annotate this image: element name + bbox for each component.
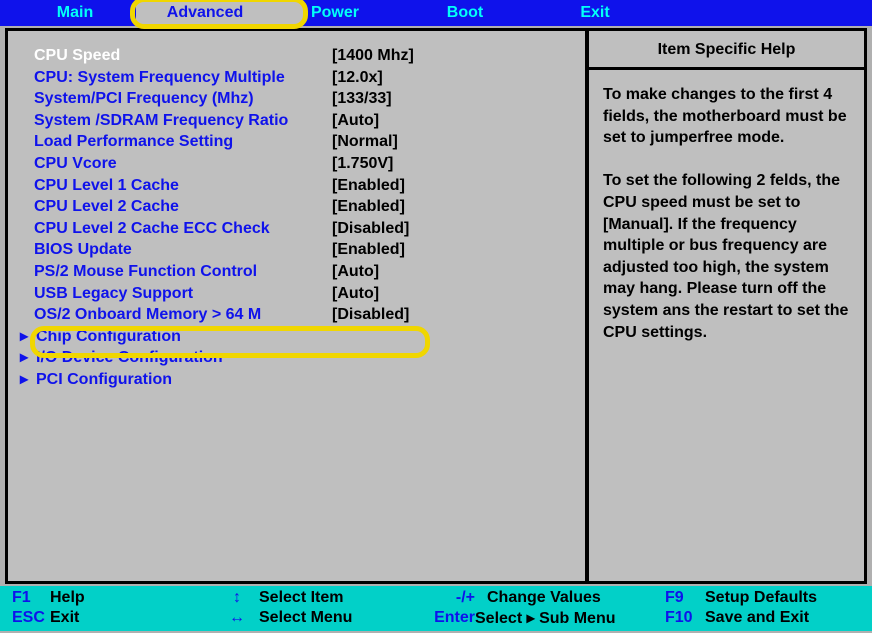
submenu-chip-config[interactable]: ▸ Chip Configuration (34, 326, 581, 348)
setting-os2-memory[interactable]: OS/2 Onboard Memory > 64 M [Disabled] (34, 304, 581, 326)
updown-arrows-icon: ↕ (215, 589, 259, 607)
footer-label-change-values: Change Values (475, 589, 665, 607)
setting-cpu-l2-cache[interactable]: CPU Level 2 Cache [Enabled] (34, 196, 581, 218)
setting-value: [1400 Mhz] (332, 45, 414, 67)
setting-usb-legacy[interactable]: USB Legacy Support [Auto] (34, 283, 581, 305)
settings-panel: CPU Speed [1400 Mhz] CPU: System Frequen… (5, 28, 587, 584)
footer-label-exit: Exit (50, 609, 215, 627)
setting-value: [Disabled] (332, 304, 409, 326)
footer-bar: F1 Help ↕ Select Item -/+ Change Values … (0, 586, 872, 631)
setting-bios-update[interactable]: BIOS Update [Enabled] (34, 239, 581, 261)
setting-value: [133/33] (332, 88, 392, 110)
setting-label: Load Performance Setting (34, 131, 332, 153)
footer-label-help: Help (50, 589, 215, 607)
setting-cpu-l2-ecc[interactable]: CPU Level 2 Cache ECC Check [Disabled] (34, 218, 581, 240)
setting-label: CPU Vcore (34, 153, 332, 175)
setting-system-pci-freq[interactable]: System/PCI Frequency (Mhz) [133/33] (34, 88, 581, 110)
footer-key-f10: F10 (665, 609, 705, 627)
submenu-label: I/O Device Configuration (36, 347, 223, 369)
footer-key-plusminus: -/+ (419, 589, 475, 607)
caret-right-icon: ▸ (20, 347, 34, 369)
menu-bar: Main Advanced Power Boot Exit (0, 0, 872, 26)
setting-label: OS/2 Onboard Memory > 64 M (34, 304, 332, 326)
setting-label: CPU Speed (34, 45, 332, 67)
submenu-io-device-config[interactable]: ▸ I/O Device Configuration (34, 347, 581, 369)
setting-value: [Auto] (332, 110, 379, 132)
submenu-label: Chip Configuration (36, 326, 181, 348)
setting-load-performance[interactable]: Load Performance Setting [Normal] (34, 131, 581, 153)
setting-sdram-freq-ratio[interactable]: System /SDRAM Frequency Ratio [Auto] (34, 110, 581, 132)
setting-label: CPU Level 1 Cache (34, 175, 332, 197)
setting-value: [Auto] (332, 261, 379, 283)
setting-value: [1.750V] (332, 153, 393, 175)
help-body: To make changes to the first 4 fields, t… (589, 70, 864, 357)
footer-label-setup-defaults: Setup Defaults (705, 589, 868, 607)
submenu-label: PCI Configuration (36, 369, 172, 391)
help-panel: Item Specific Help To make changes to th… (587, 28, 867, 584)
setting-value: [12.0x] (332, 67, 383, 89)
footer-label-select-item: Select Item (259, 589, 419, 607)
footer-row-2: ESC Exit ↔ Select Menu Enter Select ▸ Su… (4, 608, 868, 628)
tab-main[interactable]: Main (10, 0, 140, 26)
tab-boot[interactable]: Boot (400, 0, 530, 26)
setting-value: [Disabled] (332, 218, 409, 240)
footer-label-save-exit: Save and Exit (705, 609, 868, 627)
setting-label: System/PCI Frequency (Mhz) (34, 88, 332, 110)
tab-exit[interactable]: Exit (530, 0, 660, 26)
footer-label-select-menu: Select Menu (259, 609, 419, 627)
submenu-pci-config[interactable]: ▸ PCI Configuration (34, 369, 581, 391)
work-area: CPU Speed [1400 Mhz] CPU: System Frequen… (0, 26, 872, 586)
setting-label: System /SDRAM Frequency Ratio (34, 110, 332, 132)
setting-value: [Enabled] (332, 239, 405, 261)
help-title: Item Specific Help (589, 31, 864, 70)
setting-value: [Enabled] (332, 175, 405, 197)
footer-key-enter: Enter (419, 609, 475, 627)
caret-right-icon: ▸ (20, 326, 34, 348)
setting-label: CPU Level 2 Cache (34, 196, 332, 218)
footer-label-select-submenu: Select ▸ Sub Menu (475, 608, 665, 628)
footer-key-f1: F1 (4, 589, 50, 607)
setting-label: BIOS Update (34, 239, 332, 261)
setting-label: USB Legacy Support (34, 283, 332, 305)
setting-ps2-mouse[interactable]: PS/2 Mouse Function Control [Auto] (34, 261, 581, 283)
caret-right-icon: ▸ (20, 369, 34, 391)
setting-label: PS/2 Mouse Function Control (34, 261, 332, 283)
setting-cpu-speed[interactable]: CPU Speed [1400 Mhz] (34, 45, 581, 67)
setting-cpu-l1-cache[interactable]: CPU Level 1 Cache [Enabled] (34, 175, 581, 197)
setting-value: [Normal] (332, 131, 398, 153)
setting-value: [Enabled] (332, 196, 405, 218)
footer-key-f9: F9 (665, 589, 705, 607)
setting-label: CPU: System Frequency Multiple (34, 67, 332, 89)
setting-value: [Auto] (332, 283, 379, 305)
footer-key-esc: ESC (4, 609, 50, 627)
setting-cpu-freq-multiple[interactable]: CPU: System Frequency Multiple [12.0x] (34, 67, 581, 89)
footer-row-1: F1 Help ↕ Select Item -/+ Change Values … (4, 588, 868, 608)
leftright-arrows-icon: ↔ (215, 609, 259, 627)
setting-label: CPU Level 2 Cache ECC Check (34, 218, 332, 240)
setting-cpu-vcore[interactable]: CPU Vcore [1.750V] (34, 153, 581, 175)
